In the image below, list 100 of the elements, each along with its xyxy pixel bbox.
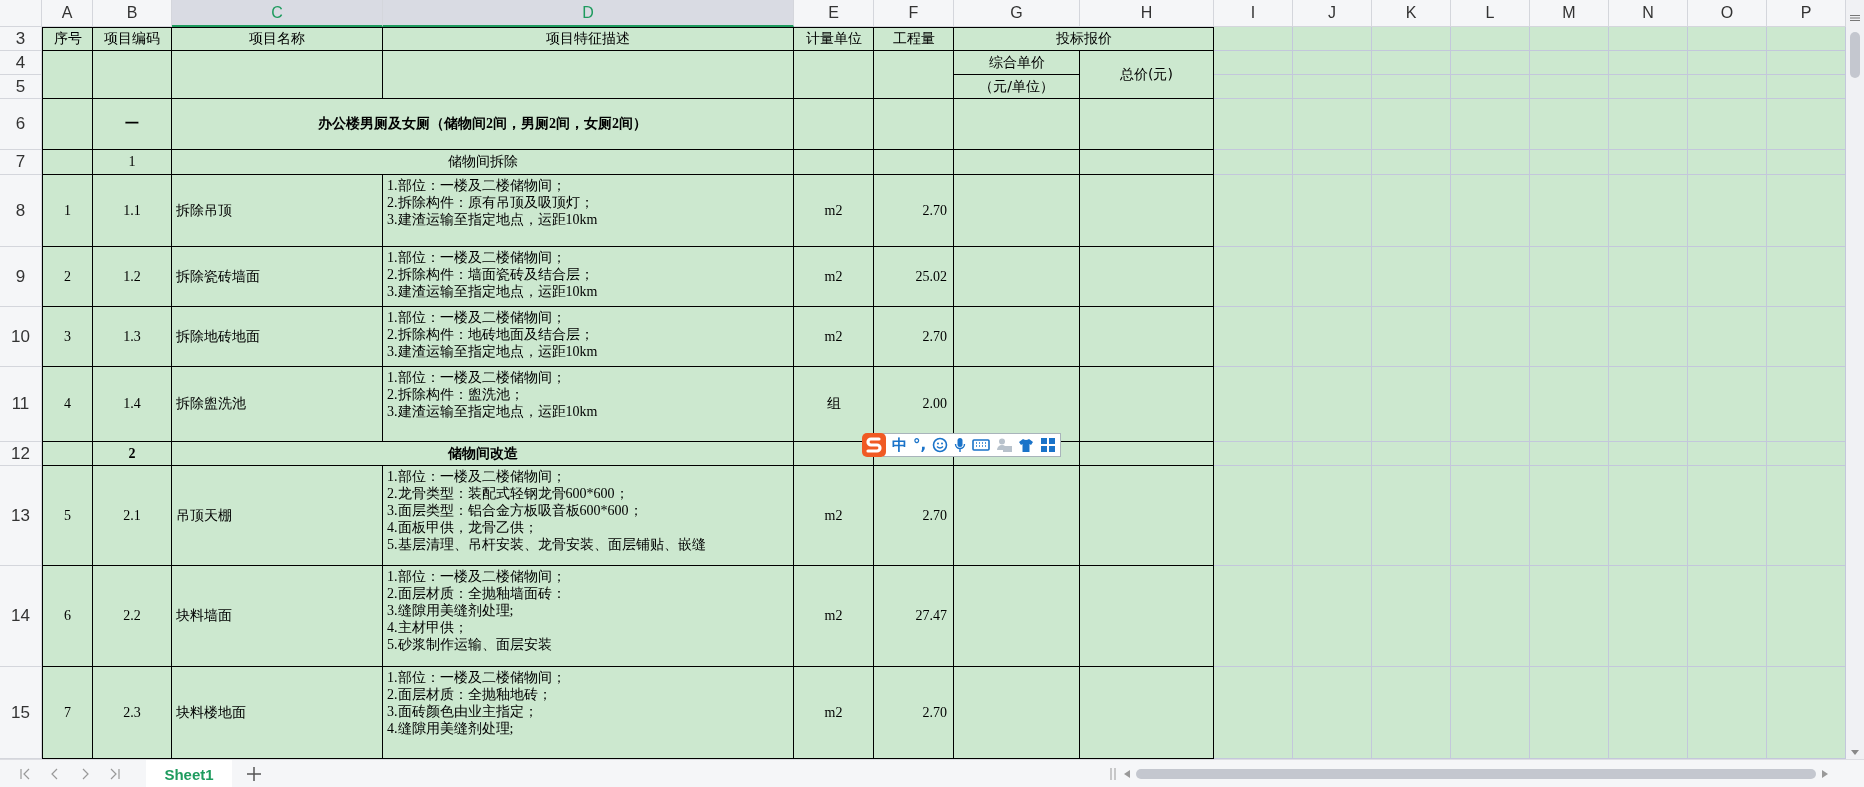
- microphone-icon[interactable]: [954, 437, 967, 453]
- column-header[interactable]: B: [93, 0, 172, 27]
- sheet-tab[interactable]: Sheet1: [146, 760, 232, 787]
- vertical-scrollbar[interactable]: [1846, 0, 1864, 759]
- table-cell: 2.1: [93, 466, 172, 566]
- column-header[interactable]: P: [1767, 0, 1846, 27]
- description-line: 3.缝隙用美缝剂处理;: [387, 602, 514, 619]
- row-header[interactable]: 7: [0, 150, 42, 175]
- code-cell: 1: [93, 150, 172, 175]
- table-cell: 拆除瓷砖墙面: [172, 247, 383, 307]
- description-line: 3.面层类型：铝合金方板吸音板600*600；: [387, 502, 643, 519]
- splitter-icon[interactable]: [1110, 768, 1116, 780]
- column-header[interactable]: A: [42, 0, 93, 27]
- scroll-left-icon[interactable]: [1124, 770, 1130, 778]
- header-cell: 序号: [42, 27, 93, 51]
- ime-logo-icon[interactable]: [861, 432, 887, 458]
- table-cell: m2: [794, 307, 874, 367]
- empty-cell: [42, 51, 93, 99]
- user-icon[interactable]: [996, 437, 1013, 453]
- column-header[interactable]: N: [1609, 0, 1688, 27]
- header-cell: 计量单位: [794, 27, 874, 51]
- menu-icon[interactable]: [1849, 14, 1861, 22]
- table-cell: m2: [794, 466, 874, 566]
- table-cell: 4: [42, 367, 93, 442]
- row-header[interactable]: 10: [0, 307, 42, 367]
- description-line: 1.部位：一楼及二楼储物间；: [387, 468, 566, 485]
- shirt-icon[interactable]: [1018, 437, 1035, 453]
- table-cell: 5: [42, 466, 93, 566]
- description-line: 2.拆除构件：地砖地面及结合层；: [387, 326, 594, 343]
- table-cell: m2: [794, 175, 874, 247]
- column-header[interactable]: E: [794, 0, 874, 27]
- table-cell: 25.02: [874, 247, 954, 307]
- row-header[interactable]: 13: [0, 466, 42, 566]
- column-header[interactable]: J: [1293, 0, 1372, 27]
- description-line: 4.主材甲供；: [387, 619, 468, 636]
- table-cell: 2.70: [874, 175, 954, 247]
- header-cell: 工程量: [874, 27, 954, 51]
- table-cell: 1.3: [93, 307, 172, 367]
- keyboard-icon[interactable]: [972, 438, 991, 452]
- description-line: 3.建渣运输至指定地点，运距10km: [387, 211, 598, 228]
- row-header[interactable]: 6: [0, 99, 42, 150]
- description-line: 5.基层清理、吊杆安装、龙骨安装、面层铺贴、嵌缝: [387, 536, 706, 553]
- description-line: 2.拆除构件：盥洗池；: [387, 386, 524, 403]
- column-header[interactable]: G: [954, 0, 1080, 27]
- column-header[interactable]: M: [1530, 0, 1609, 27]
- horizontal-scroll-thumb[interactable]: [1136, 769, 1816, 779]
- header-cell: 项目名称: [172, 27, 383, 51]
- table-cell: 1.4: [93, 367, 172, 442]
- table-cell: 拆除地砖地面: [172, 307, 383, 367]
- row-header[interactable]: 4: [0, 51, 42, 75]
- column-header[interactable]: I: [1214, 0, 1293, 27]
- column-header[interactable]: K: [1372, 0, 1451, 27]
- description-line: 1.部位：一楼及二楼储物间；: [387, 309, 566, 326]
- table-cell: 27.47: [874, 566, 954, 667]
- row-header[interactable]: 9: [0, 247, 42, 307]
- description-line: 2.面层材质：全抛釉地砖；: [387, 686, 552, 703]
- column-header[interactable]: F: [874, 0, 954, 27]
- row-header[interactable]: 11: [0, 367, 42, 442]
- description-line: 3.建渣运输至指定地点，运距10km: [387, 403, 598, 420]
- scroll-thumb[interactable]: [1850, 32, 1860, 78]
- smiley-icon[interactable]: [932, 437, 949, 453]
- header-cell: 综合单价: [954, 51, 1080, 75]
- column-header[interactable]: O: [1688, 0, 1767, 27]
- header-cell: 投标报价: [954, 27, 1214, 51]
- row-header[interactable]: 14: [0, 566, 42, 667]
- description-line: 4.缝隙用美缝剂处理;: [387, 720, 514, 737]
- header-cell: 项目特征描述: [383, 27, 794, 51]
- description-line: 1.部位：一楼及二楼储物间；: [387, 568, 566, 585]
- table-cell: 2.70: [874, 307, 954, 367]
- grid-icon[interactable]: [1040, 437, 1057, 453]
- description-line: 1.部位：一楼及二楼储物间；: [387, 669, 566, 686]
- description-line: 2.龙骨类型：装配式轻钢龙骨600*600；: [387, 485, 629, 502]
- row-header[interactable]: 3: [0, 27, 42, 51]
- select-all-corner[interactable]: [0, 0, 42, 27]
- description-line: 3.面砖颜色由业主指定；: [387, 703, 538, 720]
- header-cell: 项目编码: [93, 27, 172, 51]
- description-line: 2.面层材质：全抛釉墙面砖：: [387, 585, 566, 602]
- code-cell: 2: [93, 442, 172, 466]
- header-cell: 总价(元): [1080, 51, 1214, 99]
- first-sheet-icon[interactable]: [18, 767, 32, 781]
- row-header[interactable]: 8: [0, 175, 42, 247]
- subsection-title: 储物间拆除: [172, 150, 794, 175]
- last-sheet-icon[interactable]: [108, 767, 122, 781]
- table-cell: 吊顶天棚: [172, 466, 383, 566]
- section-title: 办公楼男厕及女厕（储物间2间，男厕2间，女厕2间）: [172, 99, 794, 150]
- row-header[interactable]: 12: [0, 442, 42, 466]
- column-header[interactable]: L: [1451, 0, 1530, 27]
- scroll-down-icon[interactable]: [1851, 750, 1859, 755]
- table-cell: 拆除吊顶: [172, 175, 383, 247]
- add-sheet-icon[interactable]: [246, 766, 262, 782]
- row-header[interactable]: 5: [0, 75, 42, 99]
- table-cell: m2: [794, 566, 874, 667]
- description-line: 2.拆除构件：原有吊顶及吸顶灯；: [387, 194, 594, 211]
- table-cell: 1: [42, 175, 93, 247]
- subsection-title: 储物间改造: [172, 442, 794, 466]
- scroll-right-icon[interactable]: [1822, 770, 1828, 778]
- row-header[interactable]: 15: [0, 667, 42, 759]
- description-line: 5.砂浆制作运输、面层安装: [387, 636, 552, 653]
- column-header[interactable]: H: [1080, 0, 1214, 27]
- table-cell: 3: [42, 307, 93, 367]
